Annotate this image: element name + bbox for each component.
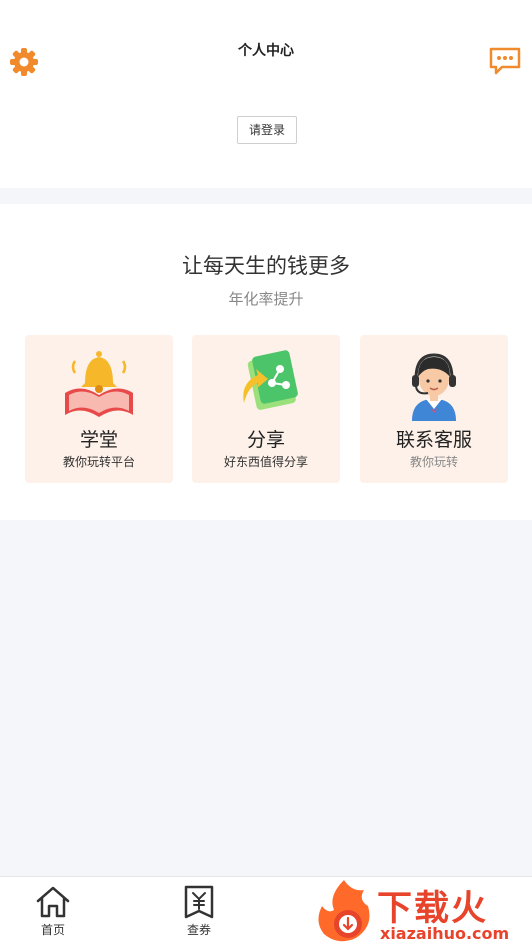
feature-school[interactable]: 学堂 教你玩转平台 (25, 335, 173, 483)
feature-title: 学堂 (79, 429, 118, 451)
promo-card: 让每天生的钱更多 年化率提升 学堂 教你玩转平台 分享 好东西值得分享 联系客服… (0, 204, 532, 520)
customer-service-icon (390, 343, 478, 423)
watermark-url: xiazaihuo.com (380, 924, 510, 943)
login-button[interactable]: 请登录 (237, 116, 297, 144)
feature-subtitle: 好东西值得分享 (223, 455, 308, 469)
feature-customer-service[interactable]: 联系客服 教你玩转 (360, 335, 508, 483)
tab-coupon[interactable]: 查券 (164, 885, 234, 938)
book-bell-icon (55, 343, 143, 423)
home-icon (36, 886, 70, 918)
feature-subtitle: 教你玩转 (409, 455, 458, 469)
tab-home[interactable]: 首页 (18, 885, 88, 938)
coupon-icon (184, 885, 214, 919)
page-title: 个人中心 (238, 43, 294, 59)
feature-share[interactable]: 分享 好东西值得分享 (192, 335, 340, 483)
feature-subtitle: 教你玩转平台 (62, 455, 135, 469)
tab-label: 查券 (186, 923, 211, 937)
feature-title: 联系客服 (395, 429, 472, 451)
header: 个人中心 请登录 (0, 0, 532, 188)
share-icon (222, 343, 310, 423)
feature-title: 分享 (246, 429, 285, 451)
tab-label: 首页 (40, 923, 65, 937)
watermark: 下载火 xiazaihuo.com (312, 876, 532, 946)
promo-subline: 年化率提升 (228, 290, 304, 308)
flame-logo-icon (318, 880, 370, 942)
chat-bubble-icon[interactable] (488, 46, 522, 76)
promo-headline: 让每天生的钱更多 (182, 254, 350, 278)
